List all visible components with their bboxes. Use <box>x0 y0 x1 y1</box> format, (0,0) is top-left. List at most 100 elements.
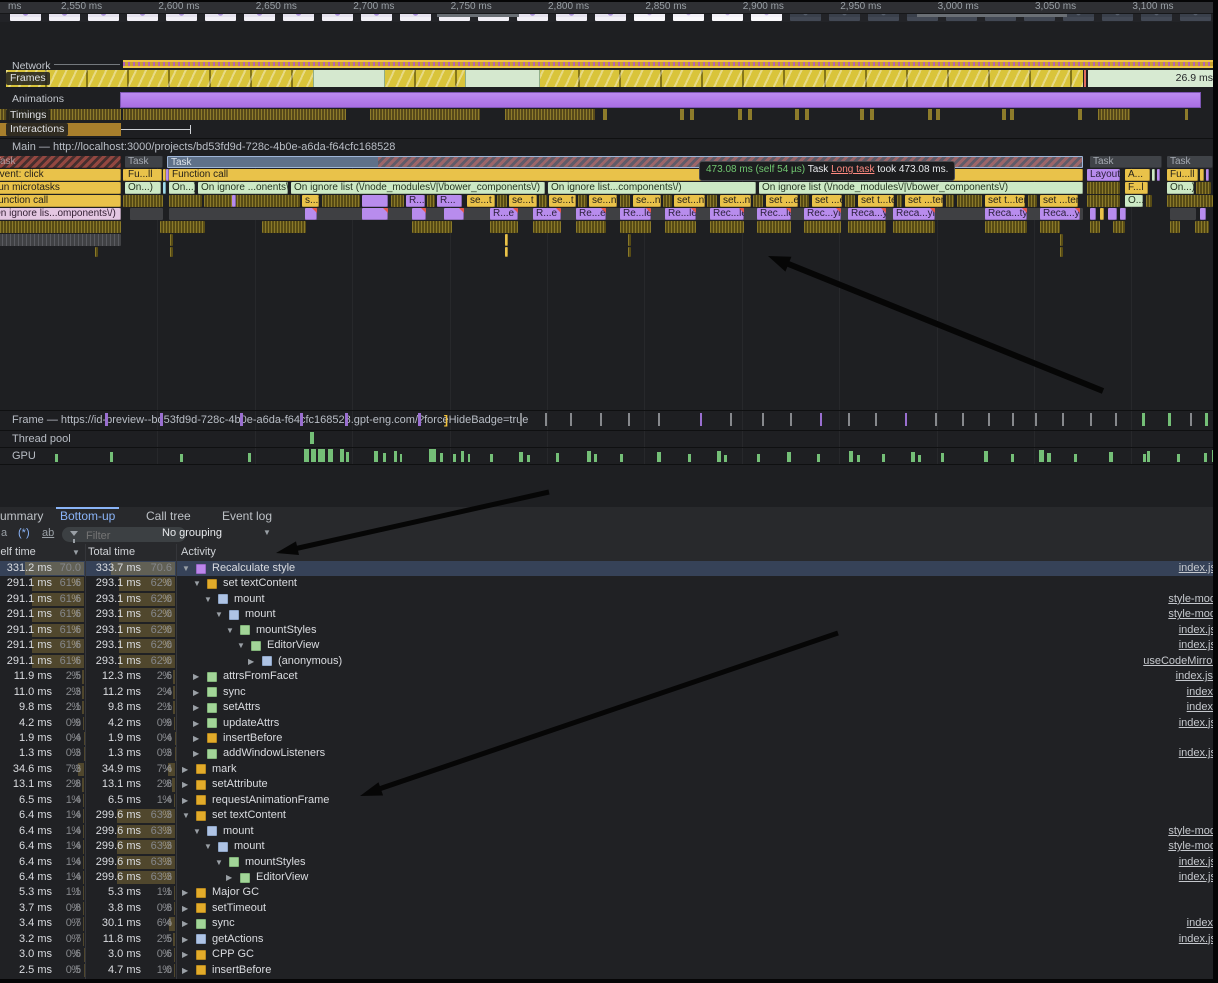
expander-collapsed-icon[interactable]: ▶ <box>193 685 199 700</box>
flame-event-bar[interactable] <box>391 195 404 207</box>
source-link[interactable]: index. <box>1187 700 1216 715</box>
source-link[interactable]: style-mod <box>1168 839 1216 854</box>
tab-bottom-up[interactable]: Bottom-up <box>60 507 115 525</box>
flame-event-bar[interactable] <box>490 221 518 233</box>
flame-event-bar[interactable]: On ignore lis...omponents\/) <box>0 208 121 220</box>
table-row[interactable]: 1.3 ms0.3 %1.3 ms0.3 %▶addWindowListener… <box>0 746 1218 761</box>
flame-event-bar[interactable]: On ignore ...onents\/) <box>198 182 288 194</box>
flame-event-bar[interactable]: Rec...yle <box>804 208 841 220</box>
expander-collapsed-icon[interactable]: ▶ <box>182 762 188 777</box>
expander-collapsed-icon[interactable]: ▶ <box>182 932 188 947</box>
flame-event-bar[interactable]: set...nt <box>674 195 705 207</box>
flame-event-bar[interactable]: Fu...ll <box>1167 169 1198 181</box>
flame-event-bar[interactable] <box>1152 169 1155 181</box>
expander-expanded-icon[interactable]: ▼ <box>226 623 234 638</box>
flame-event-bar[interactable] <box>1060 247 1063 257</box>
flame-event-bar[interactable] <box>505 247 508 257</box>
timeline-ruler[interactable]: ms 2,550 ms2,600 ms2,650 ms2,700 ms2,750… <box>0 0 1218 14</box>
flame-event-bar[interactable] <box>1200 169 1204 181</box>
tab-call-tree[interactable]: Call tree <box>146 507 191 525</box>
table-row[interactable]: 291.1 ms61.6 %293.1 ms62.0 %▶(anonymous)… <box>0 654 1218 669</box>
flame-event-bar[interactable]: R...e <box>490 208 518 220</box>
flame-event-bar[interactable]: set t...tent <box>858 195 894 207</box>
flame-event-bar[interactable] <box>170 234 173 246</box>
flame-task-bar[interactable]: Task <box>125 156 163 168</box>
flame-event-bar[interactable]: Event: click <box>0 169 121 181</box>
flame-event-bar[interactable] <box>427 195 435 207</box>
grouping-caret-icon[interactable]: ▼ <box>263 528 271 537</box>
flame-event-bar[interactable]: se...t <box>549 195 576 207</box>
flame-event-bar[interactable] <box>753 195 763 207</box>
flame-event-bar[interactable] <box>663 195 672 207</box>
flame-event-bar[interactable] <box>505 234 508 246</box>
expander-expanded-icon[interactable]: ▼ <box>182 808 190 823</box>
flame-event-bar[interactable] <box>1100 208 1104 220</box>
table-row[interactable]: 6.5 ms1.4 %6.5 ms1.4 %▶requestAnimationF… <box>0 793 1218 808</box>
track-label-animations[interactable]: Animations <box>12 93 64 105</box>
track-label-interactions[interactable]: Interactions <box>6 123 68 136</box>
track-label-timings[interactable]: Timings <box>6 109 50 122</box>
flame-event-bar[interactable] <box>262 221 306 233</box>
flame-event-bar[interactable]: Re...le <box>665 208 696 220</box>
flame-event-bar[interactable]: se...t <box>467 195 495 207</box>
expander-collapsed-icon[interactable]: ▶ <box>182 777 188 792</box>
table-row[interactable]: 2.5 ms0.5 %4.7 ms1.0 %▶insertBefore <box>0 963 1218 978</box>
flame-event-bar[interactable] <box>539 195 547 207</box>
match-whole-word-icon[interactable]: ab <box>42 527 54 539</box>
source-link[interactable]: index.js <box>1179 746 1216 761</box>
flame-event-bar[interactable] <box>1087 195 1120 207</box>
table-row[interactable]: 291.1 ms61.6 %293.1 ms62.0 %▼mountstyle-… <box>0 592 1218 607</box>
expander-collapsed-icon[interactable]: ▶ <box>193 700 199 715</box>
table-row[interactable]: 6.4 ms1.4 %299.6 ms63.3 %▼mountstyle-mod <box>0 839 1218 854</box>
flame-event-bar[interactable] <box>0 234 121 246</box>
flame-event-bar[interactable]: Reca...yle <box>893 208 935 220</box>
flame-event-bar[interactable]: se...t <box>509 195 537 207</box>
expander-collapsed-icon[interactable]: ▶ <box>182 947 188 962</box>
track-label-frames[interactable]: Frames <box>6 72 50 85</box>
flame-event-bar[interactable]: F...l <box>1125 182 1148 194</box>
source-link[interactable]: index.js <box>1179 561 1216 576</box>
table-row[interactable]: 291.1 ms61.6 %293.1 ms62.0 %▼set textCon… <box>0 576 1218 591</box>
network-requests-bar[interactable] <box>123 60 1213 68</box>
table-row[interactable]: 6.4 ms1.4 %299.6 ms63.3 %▶EditorViewinde… <box>0 870 1218 885</box>
flame-event-bar[interactable] <box>957 195 982 207</box>
flame-event-bar[interactable] <box>1060 234 1063 246</box>
flame-event-bar[interactable]: On ignore list (\/node_modules\/|\/bower… <box>291 182 545 194</box>
table-row[interactable]: 13.1 ms2.8 %13.1 ms2.8 %▶setAttribute <box>0 777 1218 792</box>
table-row[interactable]: 11.9 ms2.5 %12.3 ms2.6 %▶attrsFromFaceti… <box>0 669 1218 684</box>
flame-event-bar[interactable]: set ...tent <box>1040 195 1078 207</box>
flame-event-bar[interactable]: On...) <box>169 182 195 194</box>
flame-event-bar[interactable] <box>946 195 954 207</box>
flame-event-bar[interactable] <box>1170 208 1196 220</box>
expander-collapsed-icon[interactable]: ▶ <box>193 746 199 761</box>
expander-collapsed-icon[interactable]: ▶ <box>182 793 188 808</box>
expander-expanded-icon[interactable]: ▼ <box>204 592 212 607</box>
flame-event-bar[interactable] <box>897 195 902 207</box>
flame-event-bar[interactable]: set t...tent <box>985 195 1025 207</box>
flame-event-bar[interactable] <box>412 221 452 233</box>
flame-event-bar[interactable] <box>804 221 841 233</box>
flame-task-bar[interactable]: Task <box>0 156 121 168</box>
flame-event-bar[interactable] <box>123 195 163 207</box>
flame-event-bar[interactable] <box>848 221 886 233</box>
source-link[interactable]: index.js <box>1179 932 1216 947</box>
frame-track-title[interactable]: Frame — https://id-preview--bd53fd9d-728… <box>12 414 528 426</box>
flame-event-bar[interactable] <box>362 208 388 220</box>
flame-event-bar[interactable] <box>845 195 855 207</box>
thread-pool-title[interactable]: Thread pool <box>12 433 71 445</box>
flame-event-bar[interactable]: Reca...yle <box>1040 208 1080 220</box>
flame-event-bar[interactable]: Re...e <box>576 208 606 220</box>
column-header-total-time[interactable]: Total time <box>88 544 135 561</box>
table-row[interactable]: 3.0 ms0.6 %3.0 ms0.6 %▶CPP GC <box>0 947 1218 962</box>
flame-event-bar[interactable] <box>0 221 121 233</box>
flame-event-bar[interactable] <box>1206 169 1209 181</box>
expander-expanded-icon[interactable]: ▼ <box>215 607 223 622</box>
flame-event-bar[interactable]: set...nt <box>720 195 751 207</box>
flame-event-bar[interactable]: Run microtasks <box>0 182 121 194</box>
flame-event-bar[interactable] <box>533 221 561 233</box>
source-link[interactable]: index.js <box>1179 623 1216 638</box>
flame-event-bar[interactable] <box>1087 182 1120 194</box>
source-link[interactable]: style-mod <box>1168 592 1216 607</box>
flame-event-bar[interactable] <box>707 195 717 207</box>
column-header-activity[interactable]: Activity <box>181 544 216 561</box>
